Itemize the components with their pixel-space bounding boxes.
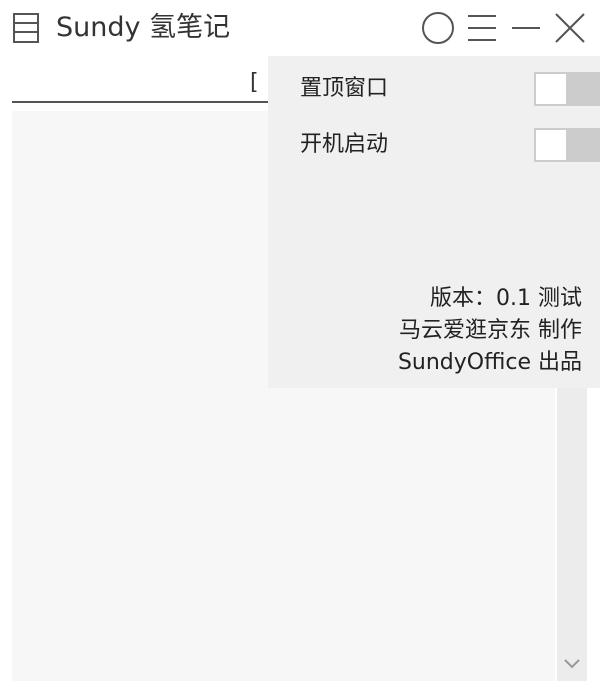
menu-icon[interactable] — [462, 8, 502, 48]
setting-row-launch-at-startup: 开机启动 — [300, 128, 600, 164]
setting-label: 开机启动 — [300, 132, 389, 157]
title-bar: Sundy 氢笔记 — [0, 0, 600, 56]
setting-row-always-on-top: 置顶窗口 — [300, 72, 600, 108]
about-info: 版本：0.1 测试 马云爱逛京东 制作 SundyOffice 出品 — [398, 283, 582, 379]
note-tab[interactable]: [ — [250, 70, 259, 95]
version-text: 版本：0.1 测试 — [430, 286, 582, 311]
setting-label: 置顶窗口 — [300, 76, 389, 101]
app-title: Sundy 氢笔记 — [56, 12, 231, 43]
author-text: 马云爱逛京东 制作 — [399, 318, 582, 343]
launch-at-startup-toggle[interactable] — [534, 128, 600, 162]
always-on-top-toggle[interactable] — [534, 72, 600, 106]
toggle-knob — [536, 74, 566, 104]
chevron-down-icon[interactable] — [557, 653, 587, 675]
settings-panel: 置顶窗口 开机启动 版本：0.1 测试 马云爱逛京东 制作 SundyOffic… — [268, 56, 600, 388]
circle-icon[interactable] — [418, 8, 458, 48]
minimize-icon[interactable] — [506, 8, 546, 48]
close-icon[interactable] — [550, 8, 590, 48]
publisher-text: SundyOffice 出品 — [397, 350, 582, 375]
toggle-knob — [536, 130, 566, 160]
notebook-icon — [12, 12, 40, 44]
